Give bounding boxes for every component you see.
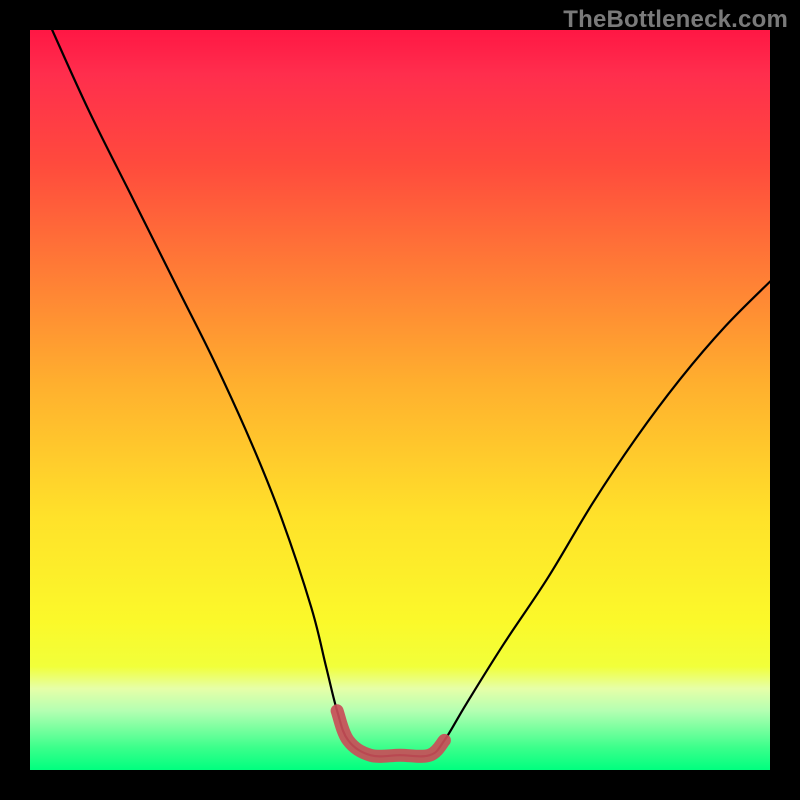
highlight-segment: [337, 711, 444, 757]
watermark-text: TheBottleneck.com: [563, 6, 788, 34]
plot-area: [30, 30, 770, 770]
chart-frame: TheBottleneck.com: [0, 0, 800, 800]
chart-svg: [30, 30, 770, 770]
bottleneck-curve: [52, 30, 770, 756]
